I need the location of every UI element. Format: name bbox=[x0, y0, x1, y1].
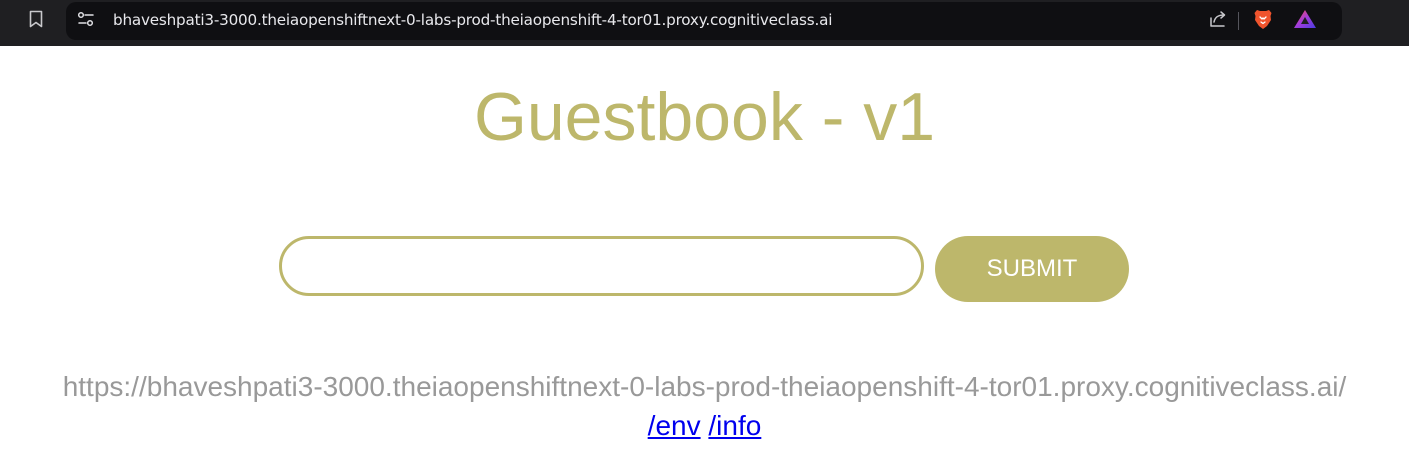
browser-toolbar: bhaveshpati3-3000.theiaopenshiftnext-0-l… bbox=[0, 0, 1409, 46]
guestbook-entry-input[interactable] bbox=[279, 236, 924, 296]
share-icon bbox=[1208, 9, 1228, 34]
share-button[interactable] bbox=[1206, 9, 1230, 33]
bookmark-icon bbox=[29, 10, 43, 33]
url-divider bbox=[1238, 12, 1239, 30]
address-bar[interactable]: bhaveshpati3-3000.theiaopenshiftnext-0-l… bbox=[66, 2, 1342, 40]
brave-rewards-button[interactable] bbox=[1292, 8, 1318, 34]
brave-lion-icon bbox=[1253, 8, 1273, 35]
env-link[interactable]: /env bbox=[648, 410, 701, 441]
site-settings-icon bbox=[77, 11, 95, 32]
page-title: Guestbook - v1 bbox=[473, 79, 936, 155]
site-info-button[interactable] bbox=[74, 9, 98, 33]
host-address: https://bhaveshpati3-3000.theiaopenshift… bbox=[62, 371, 1347, 402]
bookmark-button[interactable] bbox=[22, 9, 50, 33]
brave-shields-button[interactable] bbox=[1250, 8, 1276, 34]
link-row: /env /info bbox=[0, 408, 1409, 444]
brave-rewards-triangle-icon bbox=[1293, 9, 1317, 34]
url-text[interactable]: bhaveshpati3-3000.theiaopenshiftnext-0-l… bbox=[113, 11, 832, 29]
info-link[interactable]: /info bbox=[708, 410, 761, 441]
submit-button[interactable]: SUBMIT bbox=[935, 236, 1129, 302]
